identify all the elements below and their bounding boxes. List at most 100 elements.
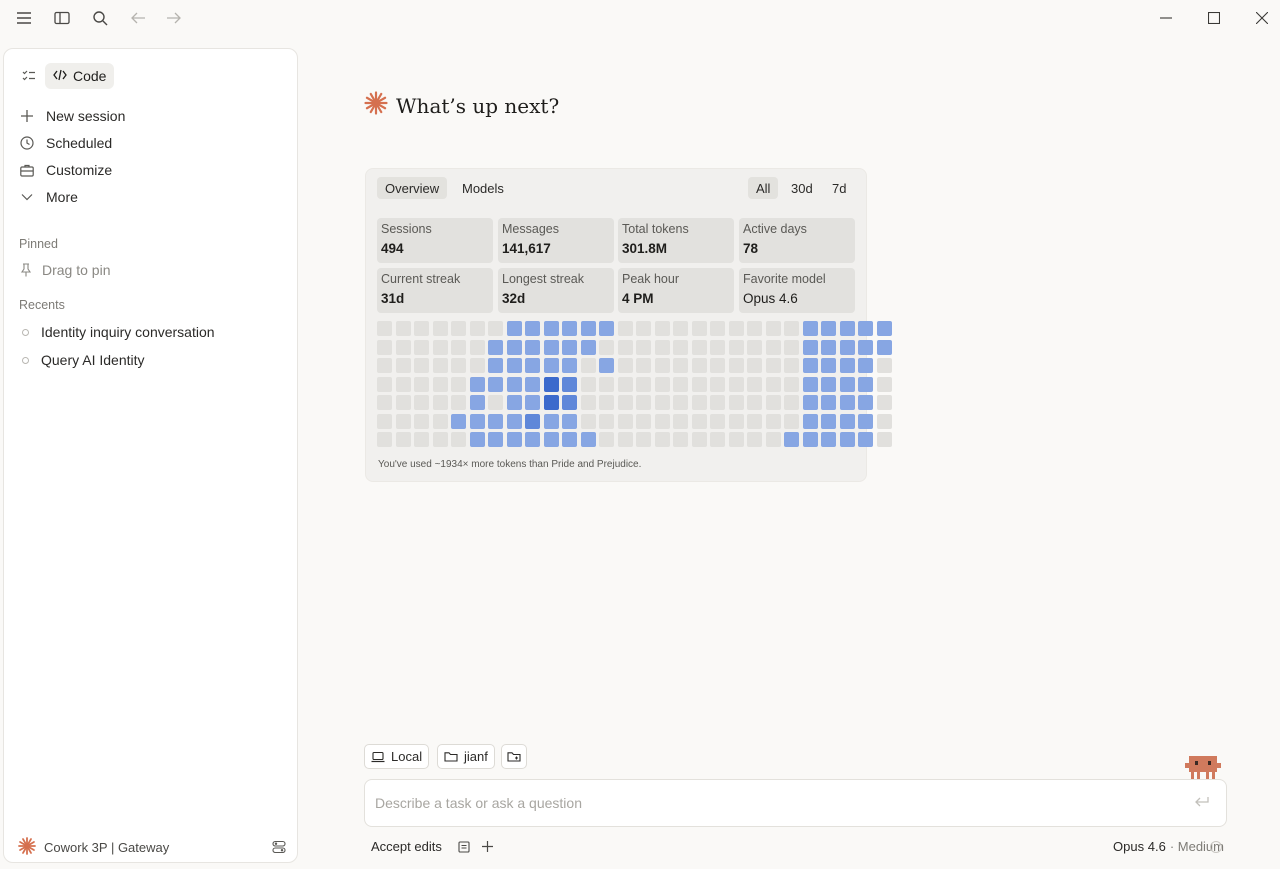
minimize-icon[interactable] bbox=[1151, 6, 1181, 30]
stat-active-days: Active days 78 bbox=[739, 218, 855, 263]
title-bar bbox=[0, 0, 1280, 36]
heatmap-cell bbox=[691, 395, 707, 410]
range-30d[interactable]: 30d bbox=[783, 177, 821, 199]
code-mode-button[interactable]: Code bbox=[45, 63, 115, 89]
stat-total-tokens: Total tokens 301.8M bbox=[618, 218, 734, 263]
forward-arrow-icon[interactable] bbox=[162, 7, 186, 29]
heatmap-cell bbox=[432, 339, 448, 355]
heatmap-cell bbox=[414, 413, 429, 429]
stat-label: Total tokens bbox=[622, 222, 689, 236]
heatmap-cell bbox=[821, 376, 836, 392]
usage-note: You've used ~1934× more tokens than Prid… bbox=[378, 459, 642, 470]
heatmap-cell bbox=[525, 376, 540, 392]
heatmap-cell bbox=[395, 339, 411, 355]
heatmap-cell bbox=[858, 321, 873, 336]
heatmap-cell bbox=[506, 321, 522, 336]
heatmap-cell bbox=[654, 395, 670, 410]
heatmap-cell bbox=[599, 321, 614, 336]
heatmap-cell bbox=[543, 413, 559, 429]
recent-item[interactable]: Query AI Identity bbox=[22, 352, 145, 368]
heatmap-cell bbox=[821, 432, 836, 447]
folder-chip[interactable]: jianf bbox=[437, 744, 495, 769]
heatmap-cell bbox=[802, 321, 818, 336]
search-icon[interactable] bbox=[88, 7, 112, 29]
heatmap-cell bbox=[469, 413, 485, 429]
heatmap-cell bbox=[543, 376, 559, 392]
nav-new-session[interactable]: New session bbox=[18, 105, 125, 127]
heatmap-cell bbox=[876, 358, 892, 373]
range-all[interactable]: All bbox=[748, 177, 779, 199]
heatmap-cell bbox=[765, 413, 781, 429]
prompt-input[interactable]: Describe a task or ask a question bbox=[364, 779, 1227, 827]
heatmap-cell bbox=[876, 376, 892, 392]
heatmap-cell bbox=[654, 376, 670, 392]
heatmap-cell bbox=[543, 432, 559, 447]
stat-value: 31d bbox=[381, 291, 405, 306]
settings-toggle-icon[interactable] bbox=[270, 838, 288, 856]
maximize-icon[interactable] bbox=[1199, 6, 1229, 30]
heatmap-cell bbox=[488, 395, 503, 410]
filter-list-icon[interactable] bbox=[18, 67, 40, 85]
heatmap-cell bbox=[839, 376, 855, 392]
heatmap-cell bbox=[377, 395, 392, 410]
heatmap-cell bbox=[617, 376, 633, 392]
greeting: What’s up next? bbox=[364, 91, 559, 120]
heatmap-cell bbox=[525, 395, 540, 410]
heatmap-cell bbox=[784, 432, 799, 447]
nav-more[interactable]: More bbox=[18, 186, 78, 208]
enter-icon[interactable] bbox=[1194, 795, 1210, 814]
context-usage-indicator[interactable] bbox=[1210, 841, 1222, 853]
heatmap-cell bbox=[710, 358, 725, 373]
heatmap-cell bbox=[469, 321, 485, 336]
tab-overview[interactable]: Overview bbox=[377, 177, 448, 199]
back-arrow-icon[interactable] bbox=[126, 7, 150, 29]
stat-messages: Messages 141,617 bbox=[498, 218, 614, 263]
workspace-switcher[interactable]: Cowork 3P | Gateway bbox=[18, 837, 169, 858]
heatmap-cell bbox=[784, 413, 799, 429]
stat-value: 32d bbox=[502, 291, 526, 306]
heatmap-cell bbox=[765, 432, 781, 447]
heatmap-cell bbox=[691, 376, 707, 392]
heatmap-cell bbox=[451, 358, 466, 373]
menu-icon[interactable] bbox=[12, 7, 36, 29]
close-icon[interactable] bbox=[1247, 6, 1277, 30]
heatmap-cell bbox=[562, 358, 577, 373]
accept-edits-button[interactable]: Accept edits bbox=[371, 839, 442, 854]
heatmap-cell bbox=[876, 413, 892, 429]
heatmap-cell bbox=[673, 395, 688, 410]
plus-icon[interactable] bbox=[481, 841, 493, 852]
heatmap-cell bbox=[839, 432, 855, 447]
heatmap-cell bbox=[525, 413, 540, 429]
add-folder-button[interactable] bbox=[501, 744, 527, 769]
heatmap-cell bbox=[543, 358, 559, 373]
sidebar-toggle-icon[interactable] bbox=[50, 7, 74, 29]
heatmap-cell bbox=[580, 339, 596, 355]
heatmap-cell bbox=[451, 413, 466, 429]
env-local-chip[interactable]: Local bbox=[364, 744, 430, 769]
heatmap-cell bbox=[636, 432, 651, 447]
nav-customize[interactable]: Customize bbox=[18, 159, 112, 181]
nav-scheduled[interactable]: Scheduled bbox=[18, 132, 112, 154]
range-7d[interactable]: 7d bbox=[824, 177, 854, 199]
heatmap-cell bbox=[839, 339, 855, 355]
recent-item[interactable]: Identity inquiry conversation bbox=[22, 324, 215, 340]
heatmap-cell bbox=[395, 376, 411, 392]
heatmap-cell bbox=[821, 413, 836, 429]
heatmap-cell bbox=[580, 413, 596, 429]
heatmap-cell bbox=[469, 339, 485, 355]
code-mode-label: Code bbox=[73, 68, 107, 84]
heatmap-cell bbox=[784, 395, 799, 410]
heatmap-cell bbox=[599, 339, 614, 355]
heatmap-cell bbox=[821, 339, 836, 355]
heatmap-cell bbox=[821, 395, 836, 410]
heatmap-cell bbox=[747, 432, 762, 447]
heatmap-cell bbox=[765, 358, 781, 373]
heatmap-cell bbox=[432, 358, 448, 373]
heatmap-cell bbox=[691, 358, 707, 373]
tab-models[interactable]: Models bbox=[454, 177, 512, 199]
notes-icon[interactable] bbox=[458, 840, 470, 853]
model-selector[interactable]: Opus 4.6 · Medium bbox=[1113, 839, 1224, 854]
heatmap-cell bbox=[710, 413, 725, 429]
heatmap-cell bbox=[821, 358, 836, 373]
heatmap-cell bbox=[599, 376, 614, 392]
